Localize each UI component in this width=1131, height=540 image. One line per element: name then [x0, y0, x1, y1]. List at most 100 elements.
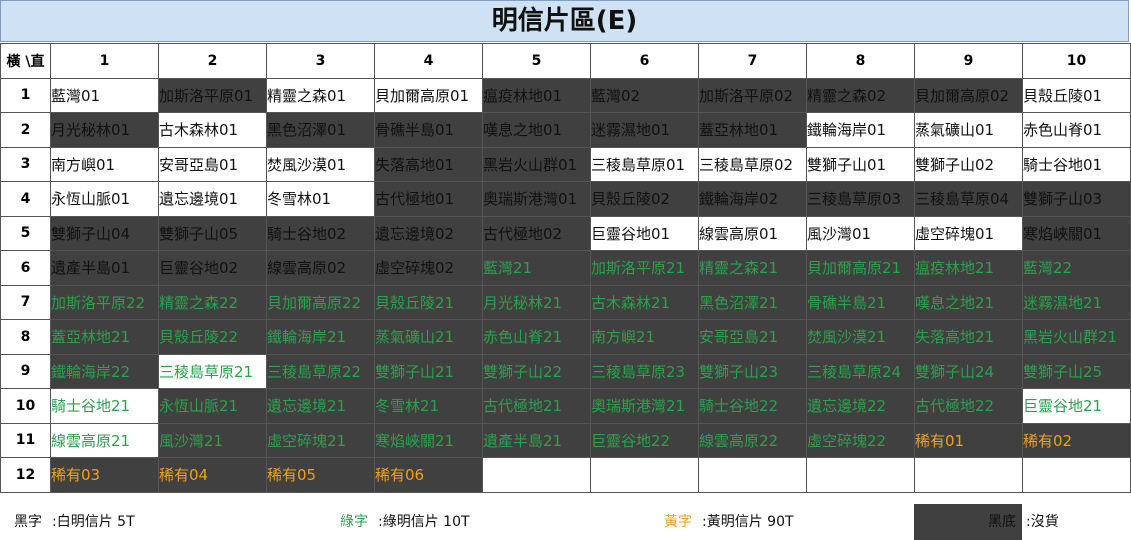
row-header: 7: [0, 284, 51, 320]
cell-text: 古代極地02: [483, 224, 563, 243]
table-cell: 瘟疫林地01: [482, 77, 591, 113]
cell-text: 貝殼丘陵01: [1023, 86, 1103, 105]
table-cell: 嘆息之地21: [914, 284, 1023, 320]
cell-text: 精靈之森01: [267, 86, 347, 105]
column-header: 10: [1022, 43, 1131, 79]
table-cell: 稀有03: [50, 457, 159, 493]
table-cell: 雙獅子山01: [806, 146, 915, 182]
table-cell: 永恆山脈01: [50, 181, 159, 217]
cell-text: 遺產半島01: [51, 259, 131, 278]
table-cell: 古代極地21: [482, 388, 591, 424]
table-row: 5 雙獅子山04 雙獅子山05 騎士谷地02 遺忘邊境02 古代極地02 巨靈谷地01 線雲高…: [0, 215, 1131, 251]
table-cell: 蒸氣礦山21: [374, 319, 483, 355]
legend-green-label: 綠字: [340, 514, 368, 530]
table-cell: [590, 457, 699, 493]
cell-text: 雙獅子山04: [51, 224, 131, 243]
table-cell: 精靈之森22: [158, 284, 267, 320]
table-cell: 焚風沙漠01: [266, 146, 375, 182]
table-cell: 貝殼丘陵22: [158, 319, 267, 355]
table-cell: 失落高地21: [914, 319, 1023, 355]
cell-text: 巨靈谷地02: [159, 259, 239, 278]
cell-text: 線雲高原22: [699, 431, 779, 450]
cell-text: 雙獅子山24: [915, 362, 995, 381]
table-cell: 鐵輪海岸02: [698, 181, 807, 217]
table-cell: 線雲高原22: [698, 422, 807, 458]
cell-text: 騎士谷地02: [267, 224, 347, 243]
cell-text: 稀有06: [375, 466, 425, 485]
table-cell: 冬雪林01: [266, 181, 375, 217]
table-row: 4 永恆山脈01 遺忘邊境01 冬雪林01 古代極地01 奧瑞斯港灣01 貝殼丘陵02 鐵輪海…: [0, 181, 1131, 217]
table-cell: 雙獅子山23: [698, 353, 807, 389]
row-header: 2: [0, 112, 51, 148]
cell-text: 線雲高原02: [267, 259, 347, 278]
cell-text: 冬雪林01: [267, 190, 332, 209]
table-cell: 線雲高原01: [698, 215, 807, 251]
table-cell: 加斯洛平原02: [698, 77, 807, 113]
table-cell: 騎士谷地01: [1022, 146, 1131, 182]
cell-text: 騎士谷地22: [699, 397, 779, 416]
table-cell: 月光秘林01: [50, 112, 159, 148]
cell-text: 雙獅子山03: [1023, 190, 1103, 209]
table-cell: 虛空碎塊22: [806, 422, 915, 458]
row-header: 3: [0, 146, 51, 182]
table-cell: 古木森林21: [590, 284, 699, 320]
table-cell: 雙獅子山21: [374, 353, 483, 389]
cell-text: 貝殼丘陵22: [159, 328, 239, 347]
table-cell: 藍灣21: [482, 250, 591, 286]
cell-text: 焚風沙漠21: [807, 328, 887, 347]
table-cell: 黑岩火山群21: [1022, 319, 1131, 355]
table-cell: 三稜島草原21: [158, 353, 267, 389]
table-cell: 虛空碎塊01: [914, 215, 1023, 251]
column-header: 7: [698, 43, 807, 79]
cell-text: 黑岩火山群21: [1023, 328, 1118, 347]
cell-text: 稀有02: [1023, 431, 1073, 450]
table-row: 3 南方嶼01 安哥亞島01 焚風沙漠01 失落高地01 黑岩火山群01 三稜島草原01 三稜…: [0, 146, 1131, 182]
table-cell: 三稜島草原03: [806, 181, 915, 217]
legend-green-desc: :綠明信片 10T: [378, 514, 470, 530]
table-cell: 騎士谷地22: [698, 388, 807, 424]
table-cell: 鐵輪海岸01: [806, 112, 915, 148]
table-cell: 蓋亞林地01: [698, 112, 807, 148]
table-cell: 三稜島草原22: [266, 353, 375, 389]
cell-text: 三稜島草原02: [699, 155, 794, 174]
cell-text: 貝加爾高原02: [915, 86, 1010, 105]
cell-text: 雙獅子山25: [1023, 362, 1103, 381]
table-cell: 寒焰峽關01: [1022, 215, 1131, 251]
table-cell: 貝加爾高原22: [266, 284, 375, 320]
cell-text: 稀有04: [159, 466, 209, 485]
page-title: 明信片區(E): [0, 0, 1129, 42]
cell-text: 三稜島草原03: [807, 190, 902, 209]
table-cell: 赤色山脊01: [1022, 112, 1131, 148]
table-cell: [698, 457, 807, 493]
table-cell: 虛空碎塊21: [266, 422, 375, 458]
table-cell: 嘆息之地01: [482, 112, 591, 148]
cell-text: 三稜島草原24: [807, 362, 902, 381]
cell-text: 藍灣01: [51, 86, 101, 105]
cell-text: 鐵輪海岸22: [51, 362, 131, 381]
table-cell: 藍灣02: [590, 77, 699, 113]
cell-text: 騎士谷地01: [1023, 155, 1103, 174]
table-cell: 三稜島草原24: [806, 353, 915, 389]
cell-text: 黑色沼澤21: [699, 293, 779, 312]
table-cell: 雙獅子山25: [1022, 353, 1131, 389]
table-row: 8 蓋亞林地21 貝殼丘陵22 鐵輪海岸21 蒸氣礦山21 赤色山脊21 南方嶼21 安哥亞島…: [0, 319, 1131, 355]
cell-text: 加斯洛平原22: [51, 293, 146, 312]
table-cell: 安哥亞島21: [698, 319, 807, 355]
table-cell: 迷霧濕地21: [1022, 284, 1131, 320]
table-cell: 稀有06: [374, 457, 483, 493]
cell-text: 冬雪林21: [375, 397, 440, 416]
cell-text: 迷霧濕地01: [591, 121, 671, 140]
table-cell: 雙獅子山03: [1022, 181, 1131, 217]
row-header: 8: [0, 319, 51, 355]
table-cell: 古代極地22: [914, 388, 1023, 424]
cell-text: 加斯洛平原01: [159, 86, 254, 105]
cell-text: 安哥亞島21: [699, 328, 779, 347]
cell-text: 鐵輪海岸02: [699, 190, 779, 209]
table-row: 6 遺產半島01 巨靈谷地02 線雲高原02 虛空碎塊02 藍灣21 加斯洛平原21 精靈之森…: [0, 250, 1131, 286]
cell-text: 鐵輪海岸21: [267, 328, 347, 347]
cell-text: 蓋亞林地01: [699, 121, 779, 140]
cell-text: 雙獅子山02: [915, 155, 995, 174]
cell-text: 雙獅子山23: [699, 362, 779, 381]
column-header: 4: [374, 43, 483, 79]
cell-text: 寒焰峽關21: [375, 431, 455, 450]
